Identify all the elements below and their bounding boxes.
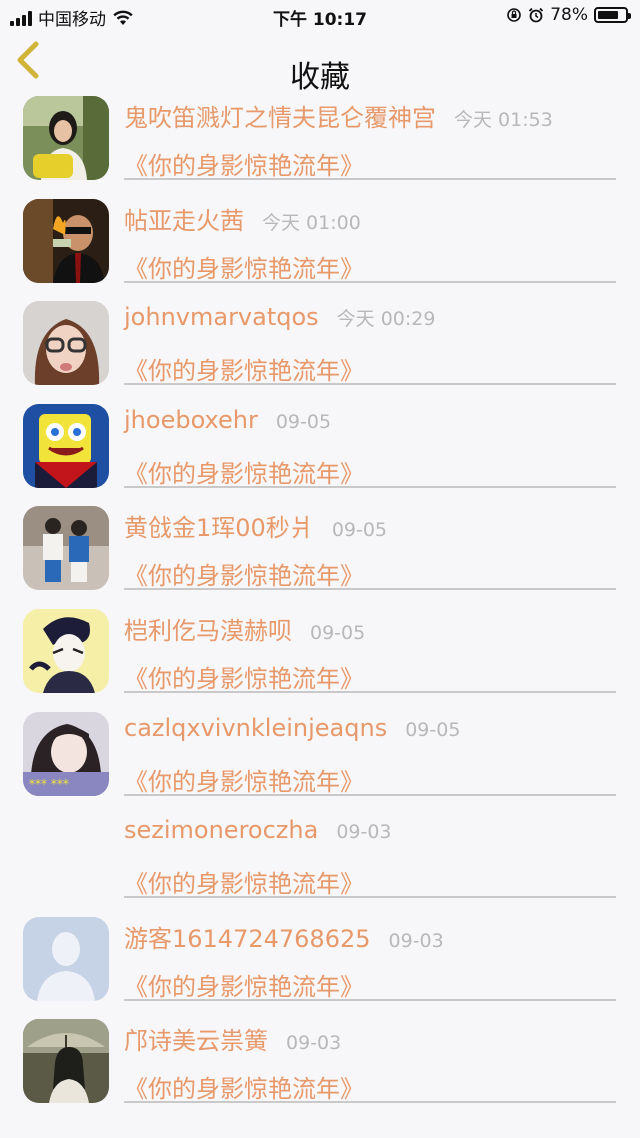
avatar[interactable] bbox=[23, 916, 109, 1001]
name-line: johnvmarvatqos 今天 00:29 bbox=[124, 303, 435, 331]
avatar[interactable] bbox=[23, 96, 109, 180]
timestamp: 今天 01:53 bbox=[454, 109, 553, 131]
work-title[interactable]: 《你的身影惊艳流年》 bbox=[124, 454, 364, 489]
favorite-item-4[interactable]: 黄戗金1珲00秒爿 09-05 《你的身影惊艳流年》 bbox=[0, 498, 640, 601]
avatar[interactable]: *** *** bbox=[23, 711, 109, 796]
name-line: 邝诗美云祟簧 09-03 bbox=[124, 1021, 341, 1056]
avatar[interactable] bbox=[23, 198, 109, 283]
name-line: 帖亚走火茜 今天 01:00 bbox=[124, 201, 361, 236]
divider bbox=[124, 998, 616, 1001]
favorite-item-5[interactable]: 桤利仡马漠赫呗 09-05 《你的身影惊艳流年》 bbox=[0, 601, 640, 704]
work-title[interactable]: 《你的身影惊艳流年》 bbox=[124, 762, 364, 797]
timestamp: 09-05 bbox=[310, 621, 366, 644]
divider bbox=[124, 793, 616, 796]
name-line: jhoeboxehr 09-05 bbox=[124, 406, 331, 434]
name-line: 游客1614724768625 09-03 bbox=[124, 919, 444, 954]
avatar[interactable] bbox=[23, 608, 109, 693]
name-line: 黄戗金1珲00秒爿 09-05 bbox=[124, 508, 387, 543]
navigation-bar: 收藏 bbox=[0, 32, 640, 95]
avatar[interactable] bbox=[23, 403, 109, 488]
timestamp: 09-05 bbox=[275, 410, 332, 433]
name-line: 鬼吹笛溅灯之情夫昆仑覆神宫 今天 01:53 bbox=[124, 98, 553, 133]
favorites-list: 鬼吹笛溅灯之情夫昆仑覆神宫 今天 01:53 《你的身影惊艳流年》 帖亚走火茜 … bbox=[0, 88, 640, 1114]
name-line: cazlqxvivnkleinjeaqns 09-05 bbox=[124, 714, 460, 742]
work-title[interactable]: 《你的身影惊艳流年》 bbox=[124, 556, 364, 591]
timestamp: 09-05 bbox=[331, 519, 388, 542]
avatar[interactable] bbox=[23, 301, 109, 386]
divider bbox=[124, 690, 616, 693]
user-name[interactable]: 鬼吹笛溅灯之情夫昆仑覆神宫 bbox=[124, 98, 436, 133]
divider bbox=[124, 383, 616, 386]
timestamp: 09-03 bbox=[336, 821, 392, 844]
timestamp: 今天 01:00 bbox=[262, 211, 361, 234]
user-name[interactable]: 游客1614724768625 bbox=[124, 919, 371, 954]
user-name[interactable]: cazlqxvivnkleinjeaqns bbox=[124, 714, 387, 742]
timestamp: 今天 00:29 bbox=[336, 308, 436, 331]
divider bbox=[124, 1101, 616, 1104]
orientation-lock-icon bbox=[507, 8, 522, 22]
favorite-item-0[interactable]: 鬼吹笛溅灯之情夫昆仑覆神宫 今天 01:53 《你的身影惊艳流年》 bbox=[0, 88, 640, 191]
user-name[interactable]: 桤利仡马漠赫呗 bbox=[124, 611, 292, 646]
favorite-item-2[interactable]: johnvmarvatqos 今天 00:29 《你的身影惊艳流年》 bbox=[0, 293, 640, 396]
timestamp: 09-05 bbox=[405, 718, 461, 741]
user-name[interactable]: jhoeboxehr bbox=[124, 406, 258, 434]
name-line: 桤利仡马漠赫呗 09-05 bbox=[124, 611, 365, 646]
work-title[interactable]: 《你的身影惊艳流年》 bbox=[124, 146, 364, 181]
svg-text:*** ***: *** *** bbox=[29, 777, 69, 791]
battery-icon bbox=[594, 7, 631, 23]
favorite-item-7[interactable]: sezimoneroczha 09-03 《你的身影惊艳流年》 bbox=[0, 806, 640, 909]
battery-percent: 78% bbox=[550, 5, 588, 25]
divider bbox=[124, 485, 616, 488]
work-title[interactable]: 《你的身影惊艳流年》 bbox=[124, 351, 364, 386]
work-title[interactable]: 《你的身影惊艳流年》 bbox=[124, 967, 364, 1002]
favorite-item-1[interactable]: 帖亚走火茜 今天 01:00 《你的身影惊艳流年》 bbox=[0, 191, 640, 294]
divider bbox=[124, 280, 616, 283]
avatar[interactable] bbox=[23, 814, 109, 898]
user-name[interactable]: 帖亚走火茜 bbox=[124, 201, 244, 236]
user-name[interactable]: 邝诗美云祟簧 bbox=[124, 1021, 268, 1056]
work-title[interactable]: 《你的身影惊艳流年》 bbox=[124, 249, 364, 284]
avatar[interactable] bbox=[23, 506, 109, 591]
divider bbox=[124, 896, 616, 899]
timestamp: 09-03 bbox=[388, 929, 444, 952]
favorite-item-3[interactable]: jhoeboxehr 09-05 《你的身影惊艳流年》 bbox=[0, 396, 640, 499]
user-name[interactable]: sezimoneroczha bbox=[124, 816, 318, 844]
alarm-icon bbox=[529, 7, 544, 23]
user-name[interactable]: 黄戗金1珲00秒爿 bbox=[124, 508, 314, 543]
work-title[interactable]: 《你的身影惊艳流年》 bbox=[124, 659, 364, 694]
avatar[interactable] bbox=[23, 1019, 109, 1104]
status-bar: 中国移动 下午 10:17 78% bbox=[0, 0, 640, 32]
favorite-item-9[interactable]: 邝诗美云祟簧 09-03 《你的身影惊艳流年》 bbox=[0, 1011, 640, 1114]
work-title[interactable]: 《你的身影惊艳流年》 bbox=[124, 1069, 364, 1104]
divider bbox=[124, 178, 616, 180]
status-right: 78% bbox=[506, 5, 631, 25]
timestamp: 09-03 bbox=[286, 1032, 342, 1055]
favorite-item-8[interactable]: 游客1614724768625 09-03 《你的身影惊艳流年》 bbox=[0, 909, 640, 1012]
favorite-item-6[interactable]: *** *** cazlqxvivnkleinjeaqns 09-05 《你的身… bbox=[0, 704, 640, 807]
work-title[interactable]: 《你的身影惊艳流年》 bbox=[124, 864, 364, 899]
name-line: sezimoneroczha 09-03 bbox=[124, 816, 392, 844]
user-name[interactable]: johnvmarvatqos bbox=[124, 303, 319, 331]
divider bbox=[124, 588, 616, 591]
